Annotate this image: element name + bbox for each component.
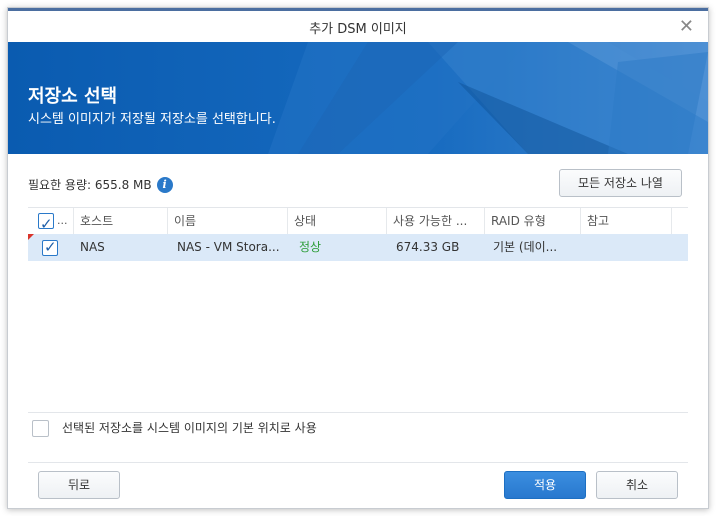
cell-name: NAS - VM Stora...: [177, 240, 280, 254]
storage-table: ✓ ... 호스트 이름 상태 사용 가능한 ... RAID 유형 참고 ✓ …: [28, 207, 688, 413]
footer-divider: [28, 462, 688, 463]
column-note[interactable]: 참고: [581, 208, 672, 234]
header-banner: 저장소 선택 시스템 이미지가 저장될 저장소를 선택합니다.: [8, 42, 708, 154]
cell-host: NAS: [80, 240, 105, 254]
column-status[interactable]: 상태: [288, 208, 387, 234]
column-name[interactable]: 이름: [168, 208, 288, 234]
table-bottom-divider: [28, 412, 688, 413]
checkmark-icon: ✓: [44, 238, 57, 256]
table-row[interactable]: ✓ NAS NAS - VM Stora... 정상 674.33 GB 기본 …: [28, 234, 688, 261]
cell-status: 정상: [299, 240, 322, 254]
apply-button[interactable]: 적용: [504, 471, 586, 499]
required-capacity-label: 필요한 용량: 655.8 MB: [28, 178, 152, 192]
modified-marker: [28, 234, 34, 240]
column-host[interactable]: 호스트: [74, 208, 168, 234]
select-all-checkbox[interactable]: ✓: [38, 213, 54, 233]
checkmark-icon: ✓: [40, 215, 53, 233]
banner-subtitle: 시스템 이미지가 저장될 저장소를 선택합니다.: [28, 112, 276, 127]
add-dsm-image-dialog: 추가 DSM 이미지 ✕ 저장소 선택 시스템 이미지가 저장될 저장소를 선택…: [7, 7, 709, 509]
back-button[interactable]: 뒤로: [38, 471, 120, 499]
cell-note: [583, 234, 672, 261]
cancel-button[interactable]: 취소: [596, 471, 678, 499]
row-checkbox[interactable]: ✓: [42, 238, 58, 256]
banner-title: 저장소 선택: [28, 86, 118, 107]
table-header: ✓ ... 호스트 이름 상태 사용 가능한 ... RAID 유형 참고: [28, 207, 688, 235]
list-all-storage-button[interactable]: 모든 저장소 나열: [559, 169, 682, 197]
select-all-column[interactable]: ✓ ...: [28, 208, 74, 234]
default-location-label: 선택된 저장소를 시스템 이미지의 기본 위치로 사용: [62, 421, 317, 435]
select-all-column-label: ...: [57, 214, 68, 227]
dialog-title: 추가 DSM 이미지: [309, 22, 407, 37]
close-icon[interactable]: ✕: [679, 16, 694, 37]
title-bar: 추가 DSM 이미지 ✕: [8, 8, 708, 42]
required-capacity: 필요한 용량: 655.8 MB i: [28, 176, 173, 193]
column-available[interactable]: 사용 가능한 ...: [387, 208, 485, 234]
default-location-checkbox[interactable]: [32, 420, 49, 437]
info-icon[interactable]: i: [156, 176, 173, 193]
column-raid-type[interactable]: RAID 유형: [485, 208, 581, 234]
cell-raid-type: 기본 (데이...: [493, 240, 558, 254]
cell-available: 674.33 GB: [396, 240, 460, 254]
